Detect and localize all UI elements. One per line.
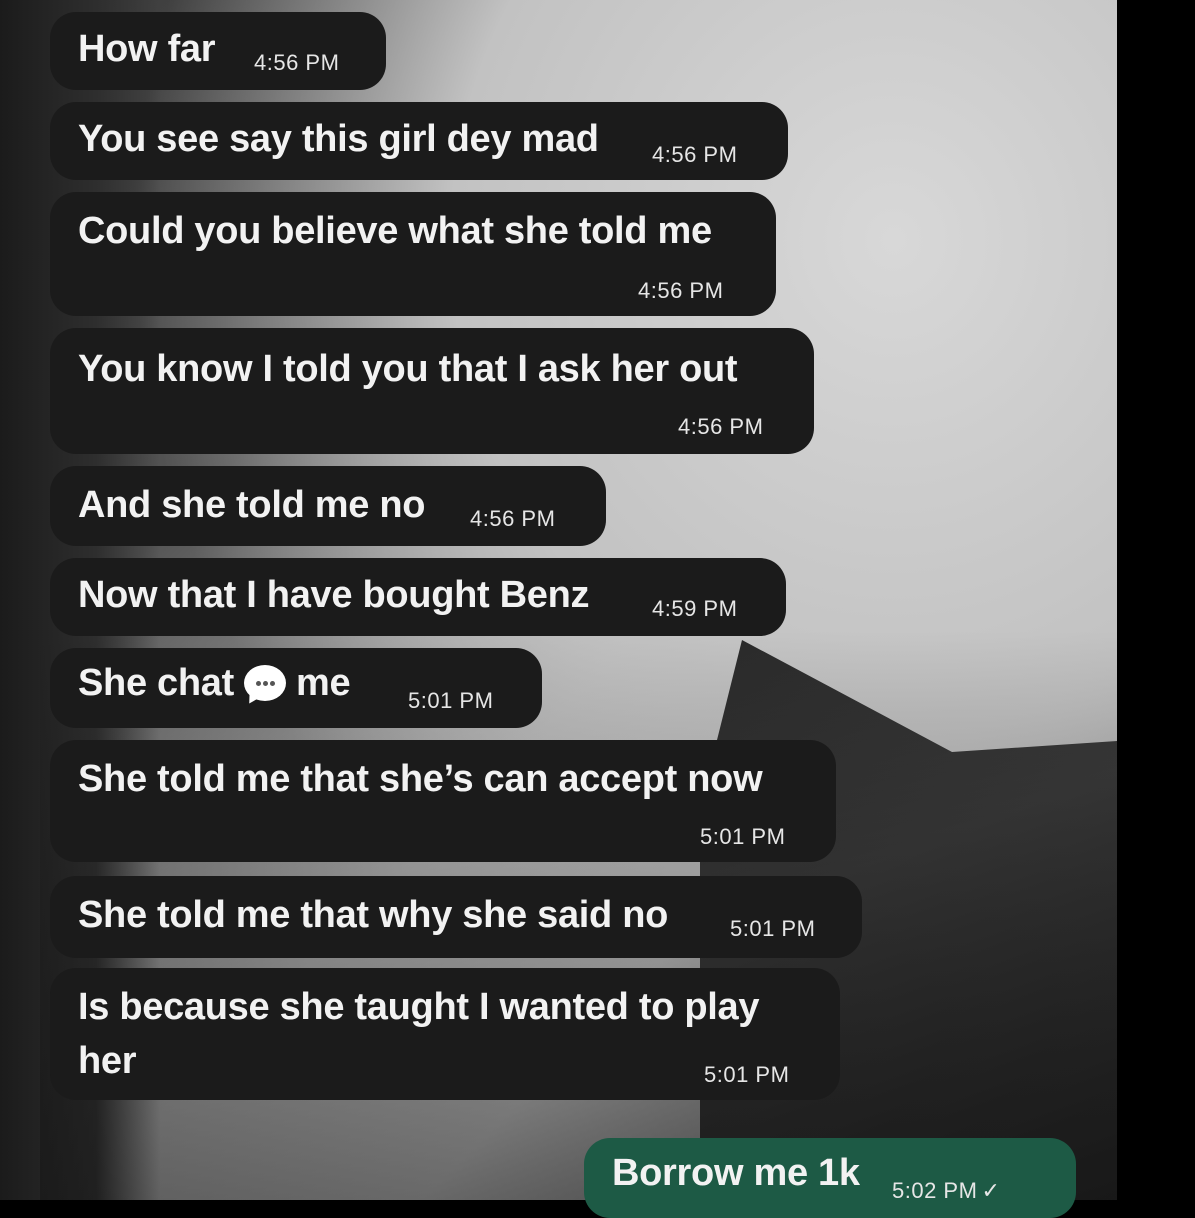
message-bubble[interactable]: You see say this girl dey mad 4:56 PM xyxy=(50,102,788,180)
message-time: 4:56 PM xyxy=(470,506,556,531)
message-text: You know I told you that I ask her out xyxy=(78,348,738,390)
message-text: She told me that why she said no xyxy=(78,894,669,936)
message-text: Could you believe what she told me xyxy=(78,210,712,252)
message-text: How far xyxy=(78,28,216,70)
message-time: 5:01 PM xyxy=(704,1062,790,1087)
sent-message-bubble[interactable]: Borrow me 1k 5:02 PM ✓ xyxy=(584,1138,1076,1218)
check-icon: ✓ xyxy=(981,1178,1001,1203)
message-text: Borrow me 1k xyxy=(612,1152,860,1194)
message-time: 4:56 PM xyxy=(678,414,764,439)
message-bubble[interactable]: Is because she taught I wanted to play h… xyxy=(50,968,840,1100)
message-bubble[interactable]: Now that I have bought Benz 4:59 PM xyxy=(50,558,786,636)
message-text-part: She chat xyxy=(78,662,234,704)
message-time: 5:01 PM xyxy=(700,824,786,849)
message-text-part: me xyxy=(295,662,351,704)
message-time: 5:01 PM xyxy=(730,916,816,941)
message-bubble[interactable]: And she told me no 4:56 PM xyxy=(50,466,606,546)
message-bubble[interactable]: Could you believe what she told me 4:56 … xyxy=(50,192,776,316)
message-time: 5:02 PM ✓ xyxy=(892,1178,1000,1204)
message-text-line: Is because she taught I wanted to play xyxy=(78,986,760,1028)
speech-bubble-icon xyxy=(240,663,290,708)
message-time: 4:56 PM xyxy=(254,50,340,75)
message-text-line: her xyxy=(78,1040,137,1082)
message-time: 4:56 PM xyxy=(638,278,724,303)
message-bubble[interactable]: How far 4:56 PM xyxy=(50,12,386,90)
message-text: She chat me xyxy=(78,662,351,708)
message-time: 4:56 PM xyxy=(652,142,738,167)
message-text: Now that I have bought Benz xyxy=(78,574,590,616)
message-bubble[interactable]: She chat me 5:01 PM xyxy=(50,648,542,728)
message-bubble[interactable]: You know I told you that I ask her out 4… xyxy=(50,328,814,454)
message-time: 5:01 PM xyxy=(408,688,494,713)
message-bubble[interactable]: She told me that she’s can accept now 5:… xyxy=(50,740,836,862)
message-text: She told me that she’s can accept now xyxy=(78,758,763,800)
message-text: You see say this girl dey mad xyxy=(78,118,599,160)
screen-border xyxy=(1117,0,1195,1200)
message-text: And she told me no xyxy=(78,484,426,526)
message-time-text: 5:02 PM xyxy=(892,1178,978,1203)
message-bubble[interactable]: She told me that why she said no 5:01 PM xyxy=(50,876,862,958)
message-time: 4:59 PM xyxy=(652,596,738,621)
